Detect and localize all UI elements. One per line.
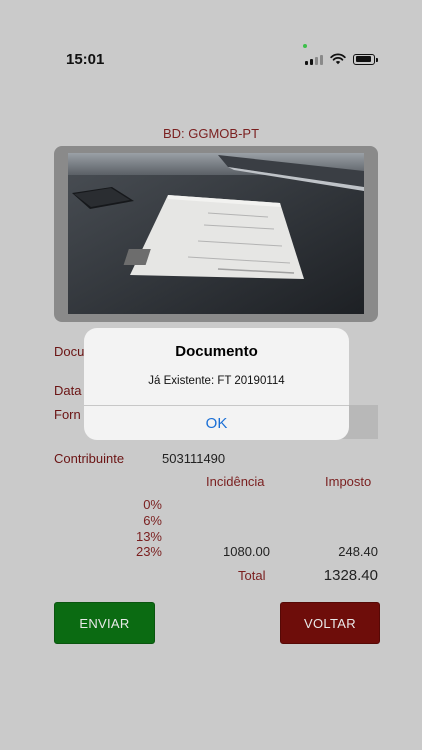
imposto-header: Imposto [325,474,372,489]
document-photo[interactable] [68,153,364,314]
wifi-icon [330,53,346,65]
imposto-23: 248.40 [338,544,378,559]
fornecedor-label: Forn [54,407,81,422]
cellular-signal-icon [305,54,323,65]
data-label: Data [54,383,82,398]
tax-rate-0: 0% [143,497,162,512]
database-label: BD: GGMOB-PT [162,126,260,141]
contribuinte-value: 503111490 [162,451,226,466]
camera-indicator-dot [303,44,307,48]
enviar-button[interactable]: ENVIAR [54,602,155,644]
incidencia-header: Incidência [206,474,265,489]
alert-dialog: Documento Já Existente: FT 20190114 OK [84,328,349,440]
total-value: 1328.40 [323,567,378,584]
battery-icon [353,53,378,65]
voltar-button[interactable]: VOLTAR [280,602,380,644]
alert-title: Documento [175,343,258,360]
documento-label: Docu [54,344,85,359]
contribuinte-label: Contribuinte [54,451,125,466]
status-icons [305,53,378,65]
incidencia-23: 1080.00 [223,544,270,559]
total-label: Total [238,568,266,583]
tax-rate-13: 13% [135,529,162,544]
app-screen: 15:01 BD: GGMOB-PT Docu Data Forn Contri… [0,0,422,750]
tax-rate-23: 23% [135,544,162,559]
status-time: 15:01 [66,51,105,68]
alert-ok-button[interactable]: OK [84,406,349,440]
alert-message: Já Existente: FT 20190114 [148,375,285,387]
document-photo-image [68,153,364,314]
tax-rate-6: 6% [143,513,162,528]
